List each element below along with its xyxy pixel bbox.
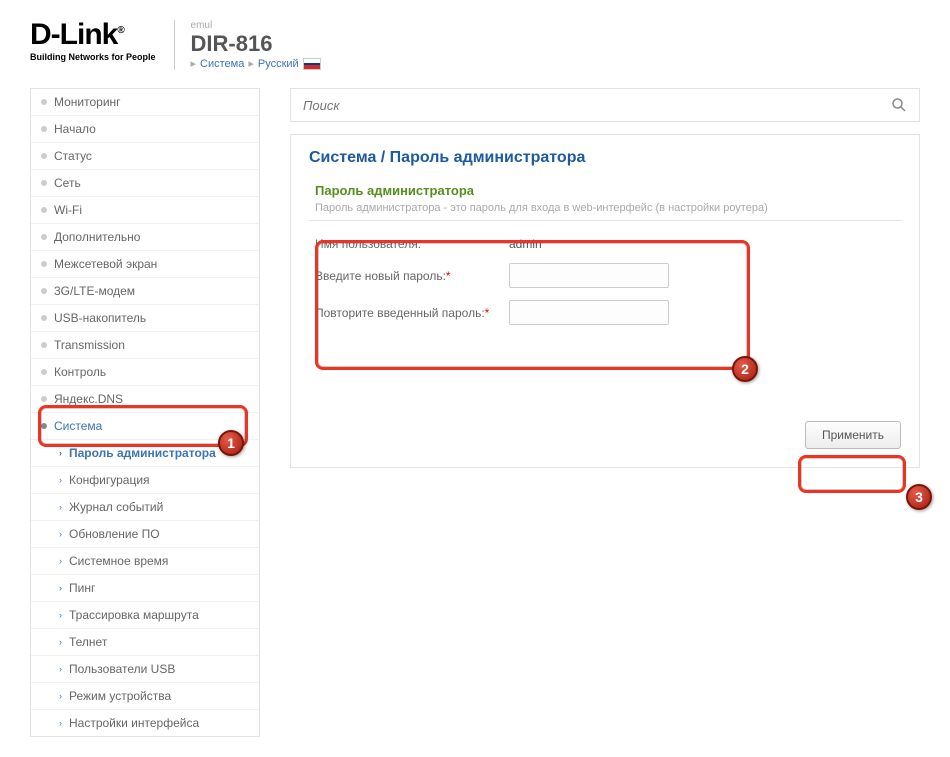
nav-network[interactable]: Сеть [31, 170, 259, 197]
bullet-icon [41, 288, 47, 294]
bullet-icon [41, 126, 47, 132]
bc-system[interactable]: Система [200, 58, 244, 70]
sub-configuration[interactable]: ›Конфигурация [31, 467, 259, 494]
nav-start[interactable]: Начало [31, 116, 259, 143]
page-title: Система / Пароль администратора [309, 149, 901, 167]
sub-device-mode[interactable]: ›Режим устройства [31, 683, 259, 710]
main-panel: Система / Пароль администратора Пароль а… [290, 134, 920, 468]
sub-traceroute[interactable]: ›Трассировка маршрута [31, 602, 259, 629]
repeat-password-input[interactable] [509, 300, 669, 325]
bullet-icon [41, 396, 47, 402]
row-repeat-password: Повторите введенный пароль:* [309, 294, 901, 331]
nav-firewall[interactable]: Межсетевой экран [31, 251, 259, 278]
chevron-right-icon: › [59, 475, 62, 485]
section-title: Пароль администратора [315, 183, 901, 198]
bullet-icon [41, 234, 47, 240]
chevron-right-icon: › [59, 718, 62, 728]
chevron-right-icon: › [59, 448, 62, 458]
flag-ru-icon [303, 58, 321, 70]
emul-label: emul [191, 20, 321, 31]
new-password-input[interactable] [509, 263, 669, 288]
search-bar[interactable] [290, 88, 920, 122]
bullet-icon [41, 261, 47, 267]
chevron-right-icon: › [59, 583, 62, 593]
nav-wifi[interactable]: Wi-Fi [31, 197, 259, 224]
search-icon[interactable] [891, 97, 907, 113]
chevron-right-icon: ▸ [191, 57, 197, 70]
chevron-right-icon: › [59, 691, 62, 701]
nav-status[interactable]: Статус [31, 143, 259, 170]
brand-slogan: Building Networks for People [30, 52, 156, 62]
bullet-icon [41, 99, 47, 105]
nav-yandex-dns[interactable]: Яндекс.DNS [31, 386, 259, 413]
nav-control[interactable]: Контроль [31, 359, 259, 386]
section-description: Пароль администратора - это пароль для в… [309, 198, 901, 221]
bullet-icon [41, 180, 47, 186]
new-password-label: Введите новый пароль:* [315, 269, 505, 283]
chevron-right-icon: ▸ [248, 57, 254, 70]
brand-logo: D-Link® [30, 20, 156, 50]
sub-admin-password[interactable]: ›Пароль администратора [31, 440, 259, 467]
nav-transmission[interactable]: Transmission [31, 332, 259, 359]
sub-usb-users[interactable]: ›Пользователи USB [31, 656, 259, 683]
chevron-right-icon: › [59, 610, 62, 620]
header: D-Link® Building Networks for People emu… [30, 20, 920, 70]
bullet-icon [41, 153, 47, 159]
repeat-password-label: Повторите введенный пароль:* [315, 306, 505, 320]
chevron-right-icon: › [59, 637, 62, 647]
bullet-icon [41, 369, 47, 375]
chevron-right-icon: › [59, 502, 62, 512]
sub-interface-settings[interactable]: ›Настройки интерфейса [31, 710, 259, 736]
apply-button[interactable]: Применить [805, 421, 901, 449]
nav-system[interactable]: Система [31, 413, 259, 440]
row-username: Имя пользователя: admin [309, 231, 901, 257]
bullet-icon [41, 423, 47, 429]
bc-lang[interactable]: Русский [258, 58, 299, 70]
logo-box: D-Link® Building Networks for People [30, 20, 156, 62]
chevron-right-icon: › [59, 529, 62, 539]
sub-firmware-update[interactable]: ›Обновление ПО [31, 521, 259, 548]
sub-ping[interactable]: ›Пинг [31, 575, 259, 602]
bullet-icon [41, 315, 47, 321]
content: Система / Пароль администратора Пароль а… [290, 88, 920, 468]
row-new-password: Введите новый пароль:* [309, 257, 901, 294]
sidebar: Мониторинг Начало Статус Сеть Wi-Fi Допо… [30, 88, 260, 737]
bullet-icon [41, 207, 47, 213]
nav-3g-lte[interactable]: 3G/LTE-модем [31, 278, 259, 305]
bullet-icon [41, 342, 47, 348]
nav-usb-storage[interactable]: USB-накопитель [31, 305, 259, 332]
sub-event-log[interactable]: ›Журнал событий [31, 494, 259, 521]
username-value: admin [509, 237, 542, 251]
model-name: DIR-816 [191, 31, 321, 57]
nav-monitoring[interactable]: Мониторинг [31, 89, 259, 116]
model-box: emul DIR-816 ▸ Система ▸ Русский [174, 20, 321, 70]
chevron-right-icon: › [59, 664, 62, 674]
breadcrumb: ▸ Система ▸ Русский [191, 57, 321, 70]
sub-telnet[interactable]: ›Телнет [31, 629, 259, 656]
nav-advanced[interactable]: Дополнительно [31, 224, 259, 251]
chevron-right-icon: › [59, 556, 62, 566]
sub-system-time[interactable]: ›Системное время [31, 548, 259, 575]
username-label: Имя пользователя: [315, 237, 505, 251]
search-input[interactable] [303, 98, 891, 113]
